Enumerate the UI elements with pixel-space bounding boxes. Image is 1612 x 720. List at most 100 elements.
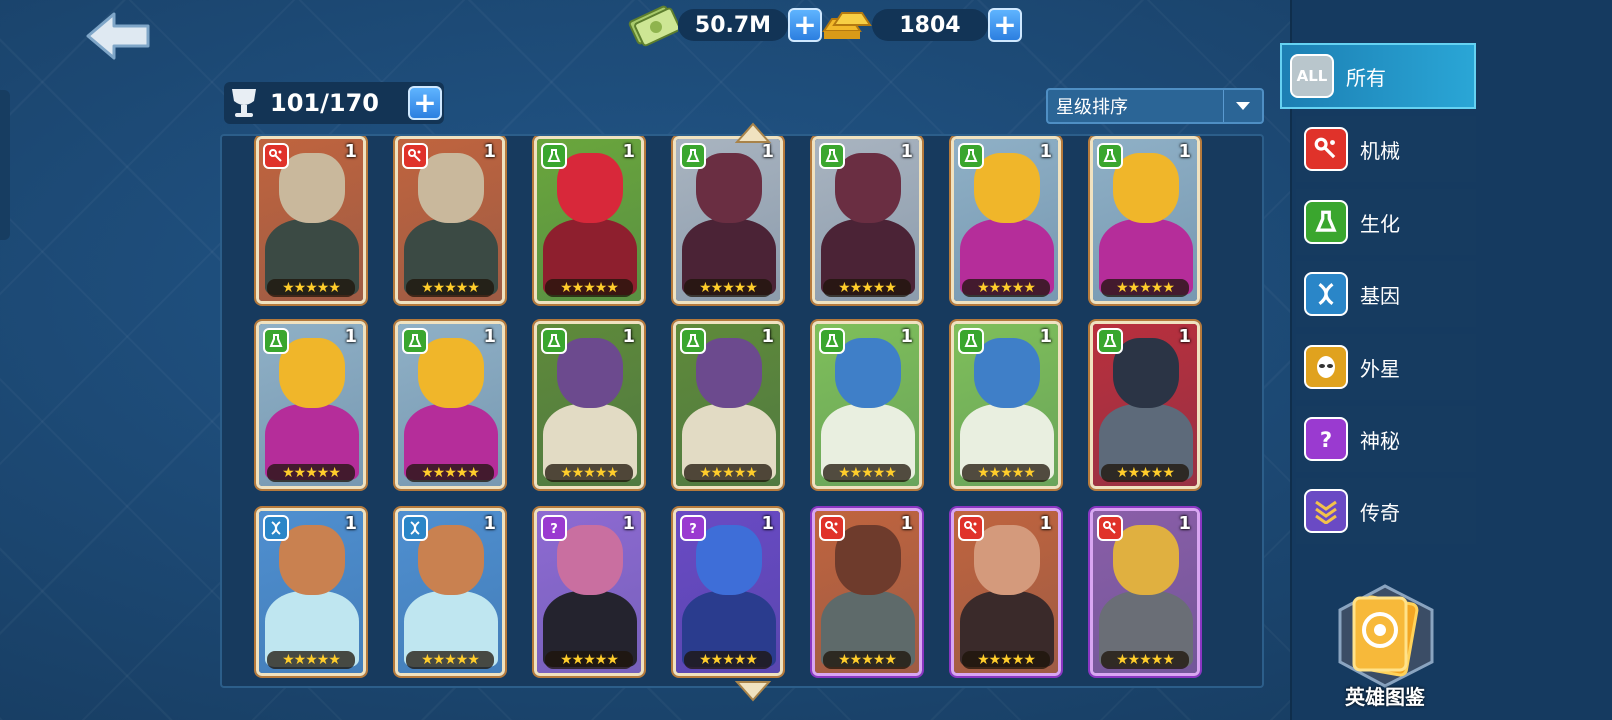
star-rating: ★★★★★ (823, 279, 911, 297)
cash-icon (628, 5, 678, 47)
category-label: 生化 (1360, 211, 1400, 236)
flask-icon (1097, 328, 1123, 354)
hero-card[interactable]: 1 ★★★★★ (951, 508, 1061, 676)
star-rating: ★★★★★ (406, 279, 494, 297)
hero-card[interactable]: 1 ★★★★★ (951, 136, 1061, 304)
hero-card[interactable]: 1 ★★★★★ (395, 508, 505, 676)
cash-display: 50.7M + (628, 5, 822, 47)
hero-level: 1 (483, 141, 496, 162)
hero-card[interactable]: 1 ★★★★★ (256, 321, 366, 489)
hero-level: 1 (1039, 141, 1052, 162)
category-label: 基因 (1360, 283, 1400, 308)
star-rating: ★★★★★ (1101, 279, 1189, 297)
chevron-rank-icon (1304, 489, 1348, 533)
flask-icon (541, 328, 567, 354)
hero-codex-button[interactable]: 英雄图鉴 (1320, 580, 1450, 710)
question-icon: ? (680, 515, 706, 541)
svg-text:?: ? (550, 522, 558, 536)
hero-card[interactable]: 1 ★★★★★ (951, 321, 1061, 489)
hero-level: 1 (761, 513, 774, 534)
add-cash-button[interactable]: + (788, 8, 822, 42)
hero-card[interactable]: 1 ★★★★★ (673, 136, 783, 304)
category-tab-mech[interactable]: 机械 (1296, 116, 1476, 182)
chevron-down-icon (1223, 90, 1262, 122)
hero-level: 1 (1039, 513, 1052, 534)
question-icon: ? (1304, 417, 1348, 461)
hero-card[interactable]: 1 ★★★★★ (812, 136, 922, 304)
gold-amount: 1804 (872, 9, 988, 41)
category-tab-all[interactable]: ALL 所有 (1280, 43, 1476, 109)
hero-card[interactable]: 1 ★★★★★ (1090, 136, 1200, 304)
hero-card[interactable]: 1 ★★★★★ (395, 136, 505, 304)
hero-level: 1 (900, 141, 913, 162)
flask-icon (541, 143, 567, 169)
gold-bars-icon (822, 12, 872, 39)
hero-card[interactable]: 1 ★★★★★ (673, 321, 783, 489)
flask-icon (819, 328, 845, 354)
category-label: 神秘 (1360, 428, 1400, 453)
mech-icon (1304, 127, 1348, 171)
mech-icon (958, 515, 984, 541)
star-rating: ★★★★★ (962, 651, 1050, 669)
add-gold-button[interactable]: + (988, 8, 1022, 42)
star-rating: ★★★★★ (823, 464, 911, 482)
gold-display: 1804 + (818, 8, 1022, 42)
star-rating: ★★★★★ (1101, 651, 1189, 669)
category-label: 传奇 (1360, 500, 1400, 525)
hero-level: 1 (761, 141, 774, 162)
dna-icon (402, 515, 428, 541)
dna-icon (263, 515, 289, 541)
hero-card[interactable]: 1 ★★★★★ (534, 321, 644, 489)
hero-level: 1 (761, 326, 774, 347)
flask-icon (958, 143, 984, 169)
hero-level: 1 (344, 141, 357, 162)
hero-level: 1 (344, 513, 357, 534)
star-rating: ★★★★★ (406, 464, 494, 482)
back-arrow-icon[interactable] (84, 10, 154, 62)
category-label: 外星 (1360, 356, 1400, 381)
scroll-down-arrow-icon[interactable] (735, 680, 771, 702)
hero-level: 1 (483, 513, 496, 534)
mech-icon (263, 143, 289, 169)
hero-level: 1 (1178, 513, 1191, 534)
flask-icon (263, 328, 289, 354)
flask-icon (680, 328, 706, 354)
dna-icon (1304, 272, 1348, 316)
hero-card[interactable]: 1 ★★★★★ (534, 136, 644, 304)
star-rating: ★★★★★ (962, 464, 1050, 482)
star-rating: ★★★★★ (545, 464, 633, 482)
hero-grid[interactable]: 1 ★★★★★ 1 ★★★★★ 1 ★★★★★ 1 ★★★★★ 1 ★★★★★ 1 ★★★★★ 1 ★★★… (220, 134, 1264, 688)
hero-card[interactable]: 1 ★★★★★ (395, 321, 505, 489)
category-tab-alien[interactable]: 外星 (1296, 334, 1476, 400)
hero-level: 1 (622, 513, 635, 534)
hero-card[interactable]: 1 ★★★★★ (812, 508, 922, 676)
flask-icon (680, 143, 706, 169)
category-tab-gene[interactable]: 基因 (1296, 261, 1476, 327)
hero-card[interactable]: ? 1 ★★★★★ (534, 508, 644, 676)
trophy-cup-icon (232, 89, 256, 117)
sort-dropdown[interactable]: 星级排序 (1046, 88, 1264, 124)
hero-level: 1 (1178, 141, 1191, 162)
alien-icon (1304, 345, 1348, 389)
hero-level: 1 (622, 326, 635, 347)
hero-card[interactable]: 1 ★★★★★ (1090, 508, 1200, 676)
category-tab-bio[interactable]: 生化 (1296, 189, 1476, 255)
sort-label: 星级排序 (1056, 97, 1128, 118)
hero-level: 1 (1178, 326, 1191, 347)
hero-card[interactable]: 1 ★★★★★ (256, 508, 366, 676)
star-rating: ★★★★★ (684, 464, 772, 482)
expand-capacity-button[interactable]: + (408, 86, 442, 120)
flask-icon (1097, 143, 1123, 169)
flask-icon (402, 328, 428, 354)
hero-card[interactable]: 1 ★★★★★ (1090, 321, 1200, 489)
star-rating: ★★★★★ (684, 651, 772, 669)
category-label: 机械 (1360, 138, 1400, 163)
hero-card[interactable]: 1 ★★★★★ (812, 321, 922, 489)
hero-card[interactable]: 1 ★★★★★ (256, 136, 366, 304)
category-tab-mystic[interactable]: ? 神秘 (1296, 406, 1476, 472)
hero-level: 1 (622, 141, 635, 162)
hero-card[interactable]: ? 1 ★★★★★ (673, 508, 783, 676)
codex-book-icon (1338, 584, 1434, 688)
scroll-up-arrow-icon[interactable] (735, 122, 771, 144)
category-tab-legend[interactable]: 传奇 (1296, 478, 1476, 544)
